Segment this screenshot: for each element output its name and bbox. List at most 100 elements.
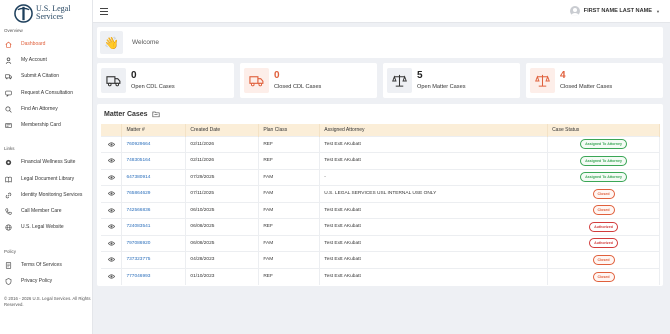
- stat-value: 0: [131, 70, 137, 81]
- copyright-text: © 2016 - 2026 U.S. Legal Services. All R…: [4, 296, 91, 307]
- status-badge: Authorized: [589, 238, 618, 249]
- created-date-cell: 07/29/2025: [185, 168, 260, 186]
- assigned-attorney-cell: Test Extt AKubatt: [319, 152, 549, 169]
- plan-class-cell: FAM: [258, 201, 321, 219]
- brand-line-2: Services: [36, 12, 64, 21]
- sidebar-item-identity-monitoring[interactable]: Identity Monitoring Services: [4, 190, 90, 200]
- sidebar-item-label: U.S. Legal Website: [21, 224, 64, 230]
- user-icon: [4, 56, 12, 64]
- created-date-cell: 06/08/2025: [185, 234, 260, 252]
- search-icon: [4, 105, 12, 113]
- eye-icon[interactable]: [107, 142, 115, 148]
- table-row: 748305164 02/11/2026 REF Test Extt AKubatt A…: [101, 152, 660, 169]
- case-status-cell: Closed: [547, 201, 660, 219]
- sidebar-item-legal-document-library[interactable]: Legal Document Library: [4, 174, 90, 184]
- scales-icon: [530, 68, 555, 93]
- sidebar-item-label: Privacy Policy: [21, 278, 53, 284]
- eye-icon[interactable]: [107, 208, 115, 214]
- welcome-title: Welcome: [132, 39, 159, 46]
- sidebar-item-membership-card[interactable]: Membership Card: [4, 120, 90, 130]
- matter-number-link[interactable]: 737323775: [126, 257, 150, 262]
- assigned-attorney-cell: Test Extt AKubatt: [319, 251, 549, 268]
- matter-number-link[interactable]: 777046993: [126, 274, 150, 279]
- matter-cases-title: Matter Cases: [104, 110, 148, 118]
- avatar: [569, 6, 580, 16]
- scales-icon: [387, 68, 412, 93]
- truck-icon: [101, 68, 126, 93]
- eye-icon[interactable]: [107, 175, 115, 181]
- stat-value: 5: [417, 70, 423, 81]
- eye-icon[interactable]: [107, 241, 115, 247]
- sidebar-item-call-member-care[interactable]: Call Member Care: [4, 206, 90, 216]
- card-icon: [4, 121, 12, 129]
- created-date-cell: 06/10/2025: [185, 201, 260, 219]
- case-status-cell: Closed: [547, 267, 660, 285]
- stat-card-closed-cdl[interactable]: 0 Closed CDL Cases: [240, 63, 377, 98]
- assigned-attorney-cell: Test Extt AKubatt: [319, 234, 549, 252]
- welcome-panel: 👋 Welcome: [97, 27, 663, 58]
- matter-number-link[interactable]: 647380914: [126, 175, 150, 180]
- created-date-cell: 02/11/2026: [185, 135, 260, 153]
- home-icon: [4, 40, 12, 48]
- matter-number-link[interactable]: 748305164: [126, 158, 150, 163]
- status-badge: Closed: [592, 271, 615, 282]
- sidebar-item-privacy-policy[interactable]: Privacy Policy: [4, 276, 90, 286]
- assigned-attorney-cell: Test Extt AKubatt: [319, 201, 549, 219]
- sidebar-item-financial-wellness[interactable]: Financial Wellness Suite: [4, 157, 90, 167]
- created-date-cell: 01/10/2023: [185, 267, 260, 285]
- matter-number-link[interactable]: 760929664: [126, 142, 150, 147]
- globe-icon: [4, 223, 12, 231]
- eye-icon[interactable]: [107, 158, 115, 164]
- menu-toggle-icon[interactable]: [100, 8, 108, 15]
- matter-number-link[interactable]: 724083541: [126, 224, 150, 229]
- stat-label: Open CDL Cases: [131, 84, 175, 90]
- sidebar-item-terms-of-services[interactable]: Terms Of Services: [4, 260, 90, 270]
- status-badge: Closed: [592, 254, 615, 265]
- matter-number-cell: 742566836: [121, 201, 187, 219]
- sidebar-item-label: Find An Attorney: [21, 106, 58, 112]
- matter-number-link[interactable]: 765864629: [126, 191, 150, 196]
- matter-cases-panel: Matter Cases Matter # Created Date Plan …: [97, 104, 663, 286]
- sidebar-item-label: Submit A Citation: [21, 73, 60, 79]
- matter-cases-table: Matter # Created Date Plan Class Assigne…: [101, 124, 660, 285]
- chevron-down-icon: ▼: [656, 8, 660, 14]
- sidebar-item-find-attorney[interactable]: Find An Attorney: [4, 104, 90, 114]
- sidebar-item-my-account[interactable]: My Account: [4, 55, 90, 65]
- section-policy-label: Policy: [4, 249, 17, 254]
- shield-icon: [4, 277, 12, 285]
- table-row: 724083541 06/08/2025 REF Test Extt AKubatt A…: [101, 218, 660, 235]
- sidebar-item-dashboard[interactable]: Dashboard: [4, 39, 90, 49]
- matter-cases-heading: Matter Cases: [104, 110, 160, 118]
- sidebar-item-request-consultation[interactable]: Request A Consultation: [4, 88, 90, 98]
- case-status-cell: Assigned To Attorney: [547, 135, 660, 153]
- user-menu[interactable]: FIRST NAME LAST NAME ▼: [569, 5, 660, 17]
- stat-card-open-matter[interactable]: 5 Open Matter Cases: [383, 63, 520, 98]
- stat-label: Closed Matter Cases: [560, 84, 613, 90]
- stat-label: Closed CDL Cases: [274, 84, 322, 90]
- matter-number-link[interactable]: 797086920: [126, 241, 150, 246]
- plan-class-cell: FAM: [258, 234, 321, 252]
- sidebar-item-label: Membership Card: [21, 122, 61, 128]
- matter-number-cell: 797086920: [121, 234, 187, 252]
- plan-class-cell: REF: [258, 152, 321, 169]
- table-header-row: Matter # Created Date Plan Class Assigne…: [101, 124, 660, 136]
- sidebar-item-us-legal-website[interactable]: U.S. Legal Website: [4, 222, 90, 232]
- plan-class-cell: REF: [258, 218, 321, 235]
- assigned-attorney-cell: Test Extt AKubatt: [319, 267, 549, 285]
- table-row: 647380914 07/29/2025 FAM - Assigned To Attor…: [101, 168, 660, 186]
- stat-card-closed-matter[interactable]: 4 Closed Matter Cases: [526, 63, 663, 98]
- eye-icon[interactable]: [107, 274, 115, 280]
- sidebar-item-submit-citation[interactable]: Submit A Citation: [4, 71, 90, 81]
- assigned-attorney-cell: Test Extt AKubatt: [319, 135, 549, 153]
- eye-icon[interactable]: [107, 224, 115, 230]
- eye-icon[interactable]: [107, 191, 115, 197]
- brand-logo[interactable]: U.S. Legal Services: [14, 3, 86, 23]
- stat-card-open-cdl[interactable]: 0 Open CDL Cases: [97, 63, 234, 98]
- matter-number-cell: 748305164: [121, 152, 187, 169]
- eye-icon[interactable]: [107, 257, 115, 263]
- status-badge: Authorized: [589, 221, 618, 232]
- stat-value: 4: [560, 70, 566, 81]
- matter-number-link[interactable]: 742566836: [126, 208, 150, 213]
- plan-class-cell: REF: [258, 135, 321, 153]
- truck-icon: [4, 72, 12, 80]
